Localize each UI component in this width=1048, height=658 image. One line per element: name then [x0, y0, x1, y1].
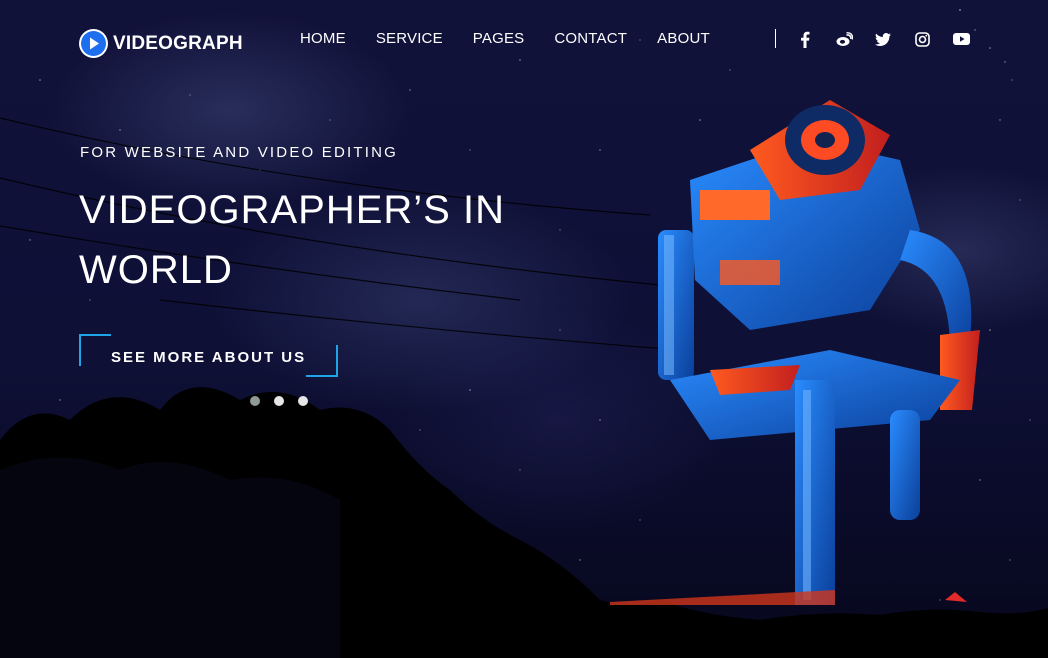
see-more-button[interactable]: SEE MORE ABOUT US [79, 334, 338, 377]
twitter-icon[interactable] [873, 29, 893, 49]
nav-about[interactable]: ABOUT [657, 30, 710, 48]
social-links [795, 29, 990, 49]
slider-dot-1[interactable] [250, 396, 260, 406]
slider-dot-2[interactable] [274, 396, 284, 406]
hero-kicker: FOR WEBSITE AND VIDEO EDITING [80, 144, 398, 161]
hero-background [0, 0, 1048, 658]
weibo-icon[interactable] [834, 29, 854, 49]
cta-label: SEE MORE ABOUT US [111, 349, 307, 366]
youtube-icon[interactable] [951, 29, 971, 49]
cta-corner-top-left [79, 334, 111, 366]
nav-contact[interactable]: CONTACT [554, 30, 627, 48]
hero-headline: VIDEOGRAPHER’S IN WORLD [79, 188, 505, 292]
main-nav: HOME SERVICE PAGES CONTACT ABOUT [300, 30, 740, 48]
nav-service[interactable]: SERVICE [376, 30, 443, 48]
logo[interactable]: VIDEOGRAPH [79, 29, 243, 58]
camera-gimbal-image [610, 100, 980, 605]
nav-divider [775, 29, 776, 48]
nav-pages[interactable]: PAGES [473, 30, 525, 48]
nav-home[interactable]: HOME [300, 30, 346, 48]
slider-dot-3[interactable] [298, 396, 308, 406]
brand-name: VIDEOGRAPH [113, 32, 243, 54]
slider-dots [250, 396, 322, 406]
facebook-icon[interactable] [795, 29, 815, 49]
instagram-icon[interactable] [912, 29, 932, 49]
play-icon [79, 29, 108, 58]
cta-corner-bottom-right [306, 345, 338, 377]
